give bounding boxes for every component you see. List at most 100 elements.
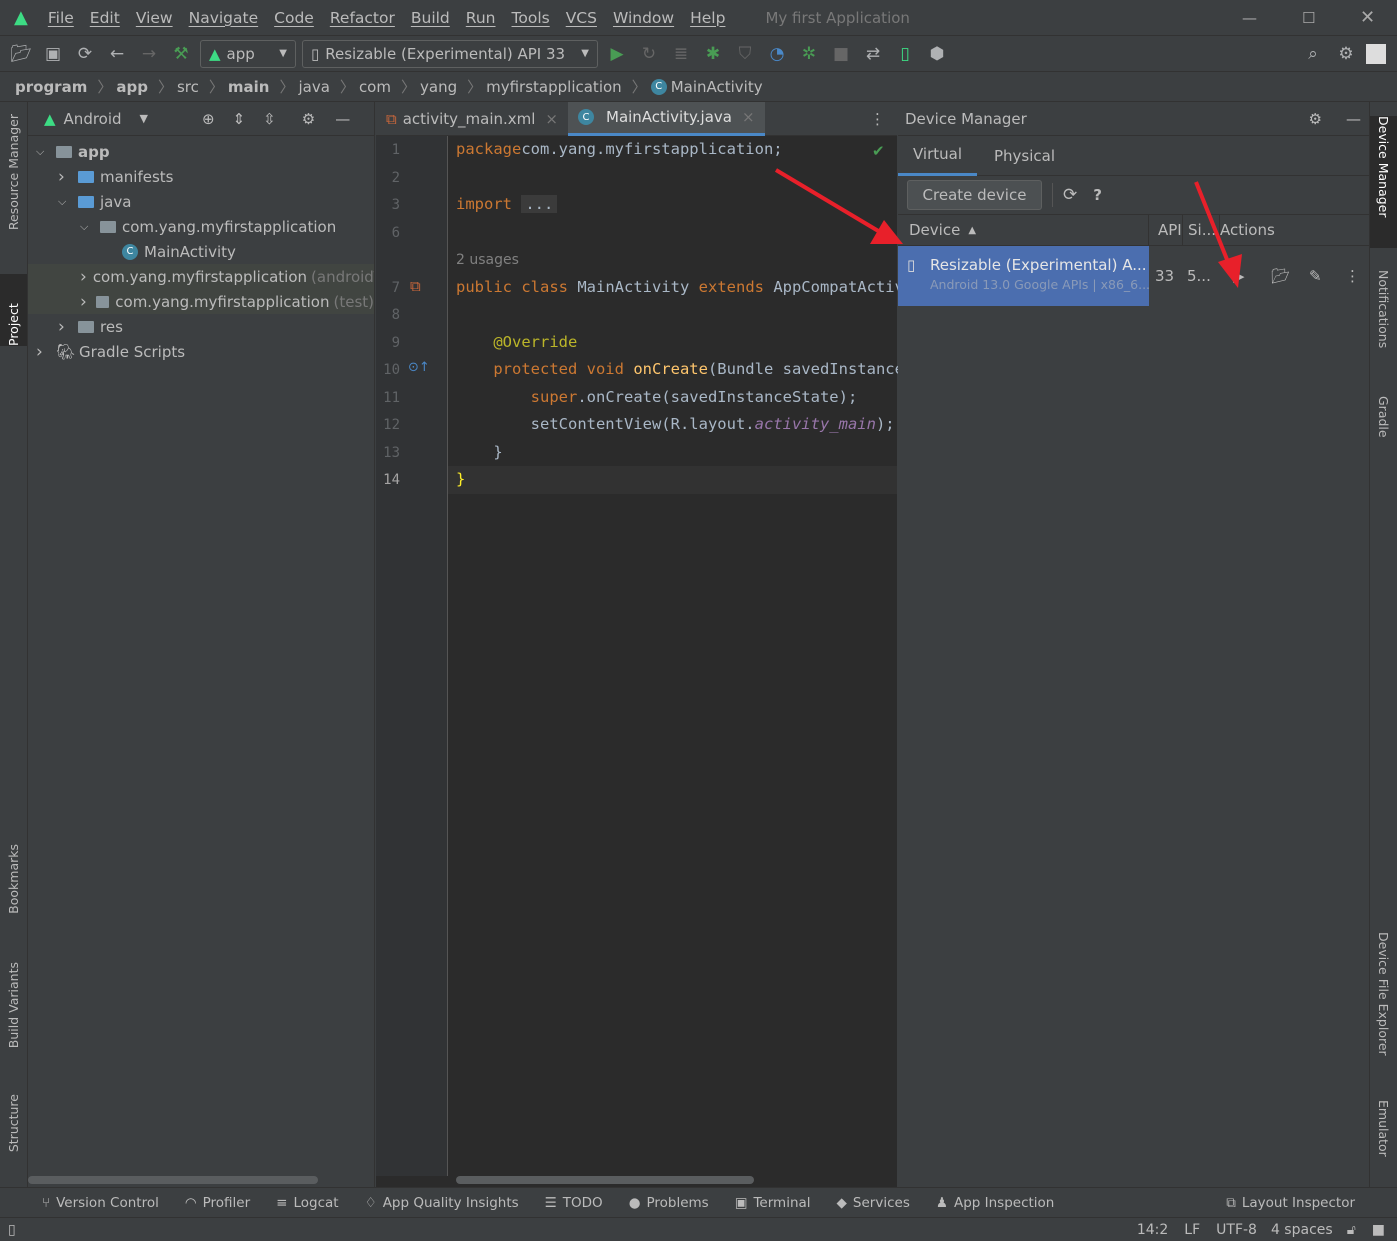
resource-manager-tab[interactable]: Resource Manager bbox=[6, 114, 21, 230]
gradle-tab[interactable]: Gradle bbox=[1376, 396, 1391, 438]
search-icon[interactable]: ⌕ bbox=[1300, 41, 1326, 67]
breadcrumb-item[interactable]: myfirstapplication bbox=[486, 78, 622, 96]
profile-icon[interactable]: ◔ bbox=[764, 41, 790, 67]
chevron-right-icon[interactable]: › bbox=[36, 342, 56, 362]
menu-window[interactable]: Window bbox=[613, 9, 674, 27]
code-line[interactable]: packagecom.yang.myfirstapplication; bbox=[456, 140, 783, 158]
override-gutter-icon[interactable]: ⊙↑ bbox=[408, 360, 430, 375]
tool-window-profiler[interactable]: ◠ Profiler bbox=[185, 1195, 250, 1211]
sdk-manager-icon[interactable]: ⬢ bbox=[924, 41, 950, 67]
tree-item[interactable]: ⌵ com.yang.myfirstapplication bbox=[28, 214, 374, 239]
maximize-button[interactable]: ☐ bbox=[1302, 9, 1315, 27]
chevron-right-icon[interactable]: › bbox=[58, 167, 78, 187]
code-line[interactable]: setContentView(R.layout.activity_main); bbox=[456, 415, 895, 433]
tab-mainactivity-java[interactable]: C MainActivity.java × bbox=[568, 101, 765, 136]
forward-icon[interactable]: → bbox=[136, 41, 162, 67]
tool-window-todo[interactable]: ☰ TODO bbox=[545, 1195, 603, 1211]
attach-debugger-process-icon[interactable]: ✲ bbox=[796, 41, 822, 67]
attach-debugger-icon[interactable]: ⛉ bbox=[732, 41, 758, 67]
breadcrumb-item[interactable]: program bbox=[15, 78, 87, 96]
apply-changes-icon[interactable]: ↻ bbox=[636, 41, 662, 67]
sync-icon[interactable]: ⟳ bbox=[72, 41, 98, 67]
menu-tools[interactable]: Tools bbox=[512, 9, 550, 27]
menu-code[interactable]: Code bbox=[274, 9, 314, 27]
close-window-button[interactable]: ✕ bbox=[1360, 7, 1375, 28]
column-api[interactable]: API bbox=[1149, 215, 1183, 245]
edit-pencil-icon[interactable]: ✎ bbox=[1309, 267, 1345, 285]
tree-item[interactable]: › manifests bbox=[28, 164, 374, 189]
module-selector[interactable]: ▲ app ▼ bbox=[200, 39, 296, 68]
menu-navigate[interactable]: Navigate bbox=[189, 9, 259, 27]
chevron-down-icon[interactable]: ⌵ bbox=[36, 145, 56, 159]
open-folder-icon[interactable]: 📂︎ bbox=[8, 41, 34, 67]
breadcrumb-item[interactable]: MainActivity bbox=[671, 78, 763, 96]
tree-item[interactable]: › com.yang.myfirstapplication(androidTest… bbox=[28, 264, 374, 289]
apply-code-changes-icon[interactable]: ≣ bbox=[668, 41, 694, 67]
help-icon[interactable]: ? bbox=[1093, 186, 1102, 204]
tree-item[interactable]: › com.yang.myfirstapplication (test) bbox=[28, 289, 374, 314]
tool-window-logcat[interactable]: ≡ Logcat bbox=[276, 1195, 338, 1211]
code-line[interactable]: super.onCreate(savedInstanceState); bbox=[456, 388, 858, 406]
breadcrumb-item[interactable]: main bbox=[228, 78, 270, 96]
menu-file[interactable]: File bbox=[48, 9, 74, 27]
breadcrumb-item[interactable]: com bbox=[359, 78, 391, 96]
horizontal-scrollbar[interactable] bbox=[28, 1176, 318, 1184]
toggle-tool-windows-icon[interactable]: ▯ bbox=[8, 1222, 16, 1238]
close-tab-icon[interactable]: × bbox=[545, 110, 558, 128]
breadcrumb-item[interactable]: app bbox=[116, 78, 148, 96]
tool-window-app-inspection[interactable]: ♟ App Inspection bbox=[936, 1195, 1055, 1211]
tool-window-problems[interactable]: ● Problems bbox=[629, 1195, 709, 1211]
save-icon[interactable]: ▣ bbox=[40, 41, 66, 67]
indent-setting[interactable]: 4 spaces bbox=[1271, 1222, 1333, 1238]
stop-icon[interactable]: ■ bbox=[828, 41, 854, 67]
file-encoding[interactable]: UTF-8 bbox=[1216, 1222, 1257, 1238]
gradle-sync-icon[interactable]: ⇄ bbox=[860, 41, 886, 67]
account-avatar-icon[interactable] bbox=[1366, 43, 1386, 64]
back-icon[interactable]: ← bbox=[104, 41, 130, 67]
lock-icon[interactable]: 🔓︎ bbox=[1347, 1222, 1356, 1238]
code-line[interactable]: } bbox=[456, 443, 502, 461]
menu-edit[interactable]: Edit bbox=[90, 9, 120, 27]
device-manager-icon[interactable]: ▯ bbox=[892, 41, 918, 67]
breadcrumb-item[interactable]: yang bbox=[420, 78, 457, 96]
tool-window-services[interactable]: ◆ Services bbox=[837, 1195, 910, 1211]
expand-all-icon[interactable]: ⇕ bbox=[233, 110, 246, 128]
locate-icon[interactable]: ⊕ bbox=[202, 110, 215, 128]
more-options-icon[interactable]: ⋮ bbox=[870, 110, 885, 128]
device-selector[interactable]: ▯ Resizable (Experimental) API 33 ▼ bbox=[302, 39, 598, 68]
code-line[interactable]: } bbox=[456, 470, 465, 488]
tool-window-layout-inspector[interactable]: ⧉ Layout Inspector bbox=[1226, 1195, 1355, 1211]
code-line[interactable]: @Override bbox=[456, 333, 577, 351]
horizontal-scrollbar[interactable] bbox=[456, 1176, 754, 1184]
open-folder-icon[interactable]: 📂︎ bbox=[1271, 267, 1309, 285]
emulator-tab[interactable]: Emulator bbox=[1376, 1100, 1391, 1157]
code-line[interactable]: import ... bbox=[456, 195, 558, 213]
project-view-selector[interactable]: Android bbox=[64, 110, 122, 128]
project-tab[interactable]: Project bbox=[0, 274, 27, 346]
android-component-gutter-icon[interactable]: ⧉ bbox=[410, 277, 421, 295]
chevron-right-icon[interactable]: › bbox=[80, 292, 96, 312]
breadcrumb-item[interactable]: src bbox=[177, 78, 199, 96]
tab-virtual[interactable]: Virtual bbox=[898, 136, 977, 176]
column-size[interactable]: Si... bbox=[1183, 215, 1220, 245]
tree-item[interactable]: › 🐘︎ Gradle Scripts bbox=[28, 339, 374, 364]
settings-gear-icon[interactable]: ⚙ bbox=[1309, 110, 1322, 128]
bookmarks-tab[interactable]: Bookmarks bbox=[6, 844, 21, 914]
run-icon[interactable]: ▶ bbox=[604, 41, 630, 67]
tool-window-version-control[interactable]: ⑂ Version Control bbox=[42, 1195, 159, 1211]
device-cell[interactable]: ▯ Resizable (Experimental) A... Android … bbox=[898, 246, 1149, 306]
build-hammer-icon[interactable]: ⚒ bbox=[168, 41, 194, 67]
tree-item[interactable]: ⌵ app bbox=[28, 139, 374, 164]
tab-physical[interactable]: Physical bbox=[977, 136, 1072, 176]
tree-item[interactable]: C MainActivity bbox=[28, 239, 374, 264]
notifications-icon[interactable]: ■ bbox=[1372, 1222, 1385, 1238]
chevron-down-icon[interactable]: ▼ bbox=[140, 112, 148, 125]
tab-activity-main-xml[interactable]: ⧉ activity_main.xml × bbox=[376, 102, 568, 136]
usages-hint[interactable]: 2 usages bbox=[456, 252, 519, 268]
minimize-button[interactable]: — bbox=[1242, 9, 1257, 27]
chevron-right-icon[interactable]: › bbox=[58, 317, 78, 337]
code-line[interactable]: public class MainActivity extends AppCom… bbox=[456, 278, 951, 296]
settings-gear-icon[interactable]: ⚙ bbox=[302, 110, 315, 128]
caret-position[interactable]: 14:2 bbox=[1137, 1222, 1168, 1238]
tool-window-terminal[interactable]: ▣ Terminal bbox=[735, 1195, 811, 1211]
